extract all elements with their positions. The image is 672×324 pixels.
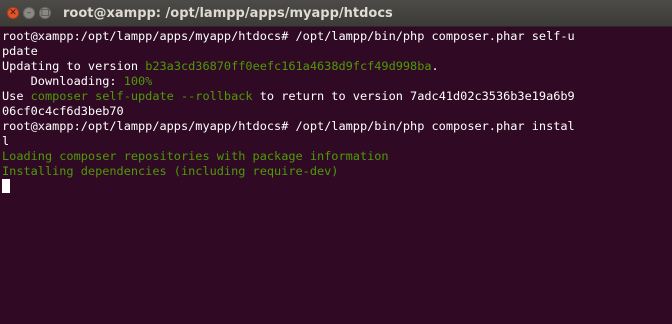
terminal-line: 06cf0c4cf6d3beb70 [2, 104, 672, 119]
terminal-text: root@xampp:/opt/lampp/apps/myapp/htdocs#… [2, 119, 575, 133]
terminal-text: Loading composer repositories with packa… [2, 149, 389, 163]
terminal-text: Use [2, 89, 31, 103]
terminal-text: pdate [2, 44, 38, 58]
terminal-text: 06cf0c4cf6d3beb70 [2, 104, 124, 118]
title-bar[interactable]: ✕ – □ root@xampp: /opt/lampp/apps/myapp/… [0, 0, 672, 27]
terminal-text: root@xampp:/opt/lampp/apps/myapp/htdocs#… [2, 29, 575, 43]
terminal-text: Installing dependencies (including requi… [2, 164, 339, 178]
terminal-text: composer self-update --rollback [30, 89, 253, 103]
terminal-text: Downloading: [2, 74, 124, 88]
minimize-icon[interactable]: – [23, 7, 35, 19]
terminal-text: Updating to version [2, 59, 146, 73]
terminal-text: to return to version 7adc41d02c3536b3e19… [252, 89, 575, 103]
window-title: root@xampp: /opt/lampp/apps/myapp/htdocs [63, 5, 393, 21]
terminal-line: Downloading: 100% [2, 74, 672, 89]
terminal-output[interactable]: root@xampp:/opt/lampp/apps/myapp/htdocs#… [0, 27, 672, 324]
terminal-cursor-line [2, 179, 672, 194]
terminal-text: . [431, 59, 439, 73]
terminal-line: Installing dependencies (including requi… [2, 164, 672, 179]
terminal-line: pdate [2, 44, 672, 59]
terminal-line: Use composer self-update --rollback to r… [2, 89, 672, 104]
terminal-line: root@xampp:/opt/lampp/apps/myapp/htdocs#… [2, 119, 672, 134]
terminal-text: l [2, 134, 10, 148]
close-icon[interactable]: ✕ [7, 7, 19, 19]
terminal-window: ✕ – □ root@xampp: /opt/lampp/apps/myapp/… [0, 0, 672, 324]
terminal-line: Updating to version b23a3cd36870ff0eefc1… [2, 59, 672, 74]
terminal-line: root@xampp:/opt/lampp/apps/myapp/htdocs#… [2, 29, 672, 44]
maximize-icon[interactable]: □ [39, 7, 51, 19]
terminal-line: Loading composer repositories with packa… [2, 149, 672, 164]
cursor [2, 179, 10, 193]
terminal-line: l [2, 134, 672, 149]
terminal-text: b23a3cd36870ff0eefc161a4638d9fcf49d998ba [145, 59, 432, 73]
terminal-text: 100% [123, 74, 153, 88]
